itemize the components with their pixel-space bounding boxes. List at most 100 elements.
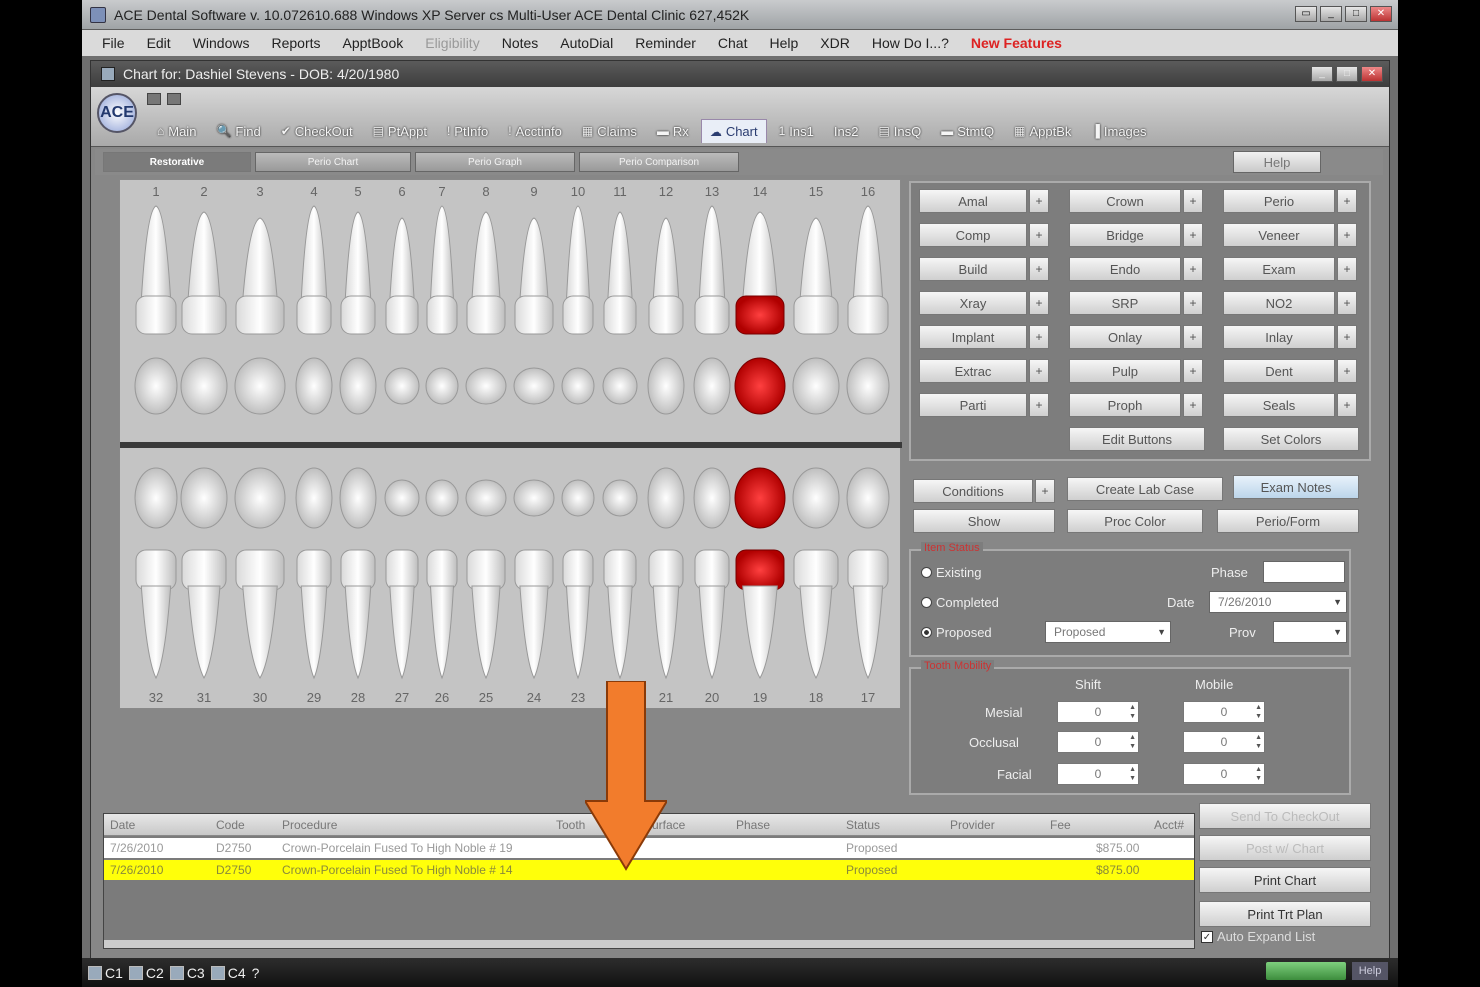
tooth-number-16[interactable]: 16 bbox=[861, 184, 875, 199]
col-phase[interactable]: Phase bbox=[736, 818, 770, 832]
tooth-number-26[interactable]: 26 bbox=[435, 690, 449, 705]
upper-crown-14[interactable] bbox=[735, 295, 785, 335]
upper-crown-4[interactable] bbox=[296, 295, 332, 335]
taskbar-c2[interactable]: C2 bbox=[128, 965, 164, 981]
tab-ptappt[interactable]: ▤ PtAppt bbox=[365, 119, 435, 143]
lower-root-18[interactable] bbox=[799, 585, 833, 680]
col-status[interactable]: Status bbox=[846, 818, 880, 832]
menu-reminder[interactable]: Reminder bbox=[635, 35, 696, 51]
lower-root-27[interactable] bbox=[389, 585, 415, 680]
tooth-number-1[interactable]: 1 bbox=[152, 184, 159, 199]
comp-button[interactable]: Comp bbox=[919, 223, 1027, 247]
lower-occlusal-18[interactable] bbox=[792, 467, 840, 529]
tooth-number-14[interactable]: 14 bbox=[753, 184, 767, 199]
tooth-number-28[interactable]: 28 bbox=[351, 690, 365, 705]
lower-occlusal-27[interactable] bbox=[384, 479, 420, 517]
tab-main[interactable]: ⌂ Main bbox=[149, 119, 204, 143]
upper-root-8[interactable] bbox=[471, 211, 501, 301]
tooth-number-10[interactable]: 10 bbox=[571, 184, 585, 199]
close-icon[interactable]: ✕ bbox=[1370, 6, 1392, 22]
upper-crown-6[interactable] bbox=[385, 295, 419, 335]
veneer-button[interactable]: Veneer bbox=[1223, 223, 1335, 247]
upper-occlusal-10[interactable] bbox=[561, 367, 595, 405]
print-icon[interactable] bbox=[167, 93, 181, 105]
tab-ptinfo[interactable]: ! PtInfo bbox=[439, 119, 496, 143]
mesial-shift-spinner[interactable]: 0 ▲ ▼ bbox=[1057, 701, 1139, 723]
subtab-restorative[interactable]: Restorative bbox=[103, 152, 251, 172]
restore-icon[interactable]: ▭ bbox=[1295, 6, 1317, 22]
mesial-mobile-spinner[interactable]: 0 ▲ ▼ bbox=[1183, 701, 1265, 723]
status-existing-radio[interactable]: Existing bbox=[921, 565, 982, 580]
conditions-add-button[interactable]: + bbox=[1035, 479, 1055, 503]
tooth-number-24[interactable]: 24 bbox=[527, 690, 541, 705]
tab-ins1[interactable]: 1 Ins1 bbox=[771, 119, 822, 143]
upper-crown-10[interactable] bbox=[562, 295, 594, 335]
proc-color-button[interactable]: Proc Color bbox=[1067, 509, 1203, 533]
menu-chat[interactable]: Chat bbox=[718, 35, 748, 51]
create-lab-case-button[interactable]: Create Lab Case bbox=[1067, 477, 1223, 501]
bridge-add-button[interactable]: + bbox=[1183, 223, 1203, 247]
tab-chart[interactable]: ☁ Chart bbox=[700, 119, 767, 143]
lower-crown-24[interactable] bbox=[514, 549, 554, 591]
tooth-number-3[interactable]: 3 bbox=[256, 184, 263, 199]
col-date[interactable]: Date bbox=[110, 818, 135, 832]
col-code[interactable]: Code bbox=[216, 818, 245, 832]
lower-occlusal-30[interactable] bbox=[234, 467, 286, 529]
ace-logo[interactable]: ACE bbox=[97, 93, 137, 133]
xray-add-button[interactable]: + bbox=[1029, 291, 1049, 315]
tab-apptbk[interactable]: ▦ ApptBk bbox=[1006, 119, 1079, 143]
tooth-number-8[interactable]: 8 bbox=[482, 184, 489, 199]
chart-close-icon[interactable]: ✕ bbox=[1361, 66, 1383, 82]
edit-buttons-button[interactable]: Edit Buttons bbox=[1069, 427, 1205, 451]
lower-root-31[interactable] bbox=[187, 585, 221, 680]
pulp-add-button[interactable]: + bbox=[1183, 359, 1203, 383]
help-button[interactable]: Help bbox=[1233, 151, 1321, 173]
lower-root-29[interactable] bbox=[300, 585, 328, 680]
pulp-button[interactable]: Pulp bbox=[1069, 359, 1181, 383]
lower-crown-17[interactable] bbox=[847, 549, 889, 591]
upper-crown-12[interactable] bbox=[648, 295, 684, 335]
lower-root-17[interactable] bbox=[852, 585, 884, 680]
upper-crown-3[interactable] bbox=[235, 295, 285, 335]
exam-add-button[interactable]: + bbox=[1337, 257, 1357, 281]
xray-button[interactable]: Xray bbox=[919, 291, 1027, 315]
amal-add-button[interactable]: + bbox=[1029, 189, 1049, 213]
no2-add-button[interactable]: + bbox=[1337, 291, 1357, 315]
minimize-icon[interactable]: _ bbox=[1320, 6, 1342, 22]
amal-button[interactable]: Amal bbox=[919, 189, 1027, 213]
upper-occlusal-2[interactable] bbox=[180, 357, 228, 415]
tooth-chart-canvas[interactable]: 1 2 3 4 5 6 7 8 9 10 11 12 13 14 15 1632 31 30 29 28 27 26 25 2… bbox=[120, 180, 902, 710]
perio-button[interactable]: Perio bbox=[1223, 189, 1335, 213]
taskbar-c1[interactable]: C1 bbox=[88, 965, 123, 981]
tab-ins2[interactable]: Ins2 bbox=[826, 119, 867, 143]
menu-reports[interactable]: Reports bbox=[271, 35, 320, 51]
lower-crown-20[interactable] bbox=[694, 549, 730, 591]
implant-add-button[interactable]: + bbox=[1029, 325, 1049, 349]
lower-crown-26[interactable] bbox=[426, 549, 458, 591]
upper-root-7[interactable] bbox=[429, 205, 455, 301]
status-select[interactable]: Proposed ▼ bbox=[1045, 621, 1171, 643]
lower-occlusal-31[interactable] bbox=[180, 467, 228, 529]
lower-crown-21[interactable] bbox=[648, 549, 684, 591]
bridge-button[interactable]: Bridge bbox=[1069, 223, 1181, 247]
lower-root-24[interactable] bbox=[519, 585, 549, 680]
lower-root-19[interactable] bbox=[742, 585, 778, 679]
upper-occlusal-12[interactable] bbox=[647, 357, 685, 415]
lower-occlusal-32[interactable] bbox=[134, 467, 178, 529]
lower-occlusal-28[interactable] bbox=[339, 467, 377, 529]
conditions-button[interactable]: Conditions bbox=[913, 479, 1033, 503]
chart-maximize-icon[interactable]: □ bbox=[1336, 66, 1358, 82]
lower-root-28[interactable] bbox=[344, 585, 372, 680]
lower-occlusal-21[interactable] bbox=[647, 467, 685, 529]
exam-notes-button[interactable]: Exam Notes bbox=[1233, 475, 1359, 499]
upper-root-9[interactable] bbox=[519, 217, 549, 301]
upper-root-14[interactable] bbox=[742, 211, 778, 301]
tooth-number-23[interactable]: 23 bbox=[571, 690, 585, 705]
seals-button[interactable]: Seals bbox=[1223, 393, 1335, 417]
lower-crown-25[interactable] bbox=[466, 549, 506, 591]
lower-crown-32[interactable] bbox=[135, 549, 177, 591]
phase-input[interactable] bbox=[1263, 561, 1345, 583]
lower-occlusal-20[interactable] bbox=[693, 467, 731, 529]
upper-occlusal-1[interactable] bbox=[134, 357, 178, 415]
lower-occlusal-22[interactable] bbox=[602, 479, 638, 517]
